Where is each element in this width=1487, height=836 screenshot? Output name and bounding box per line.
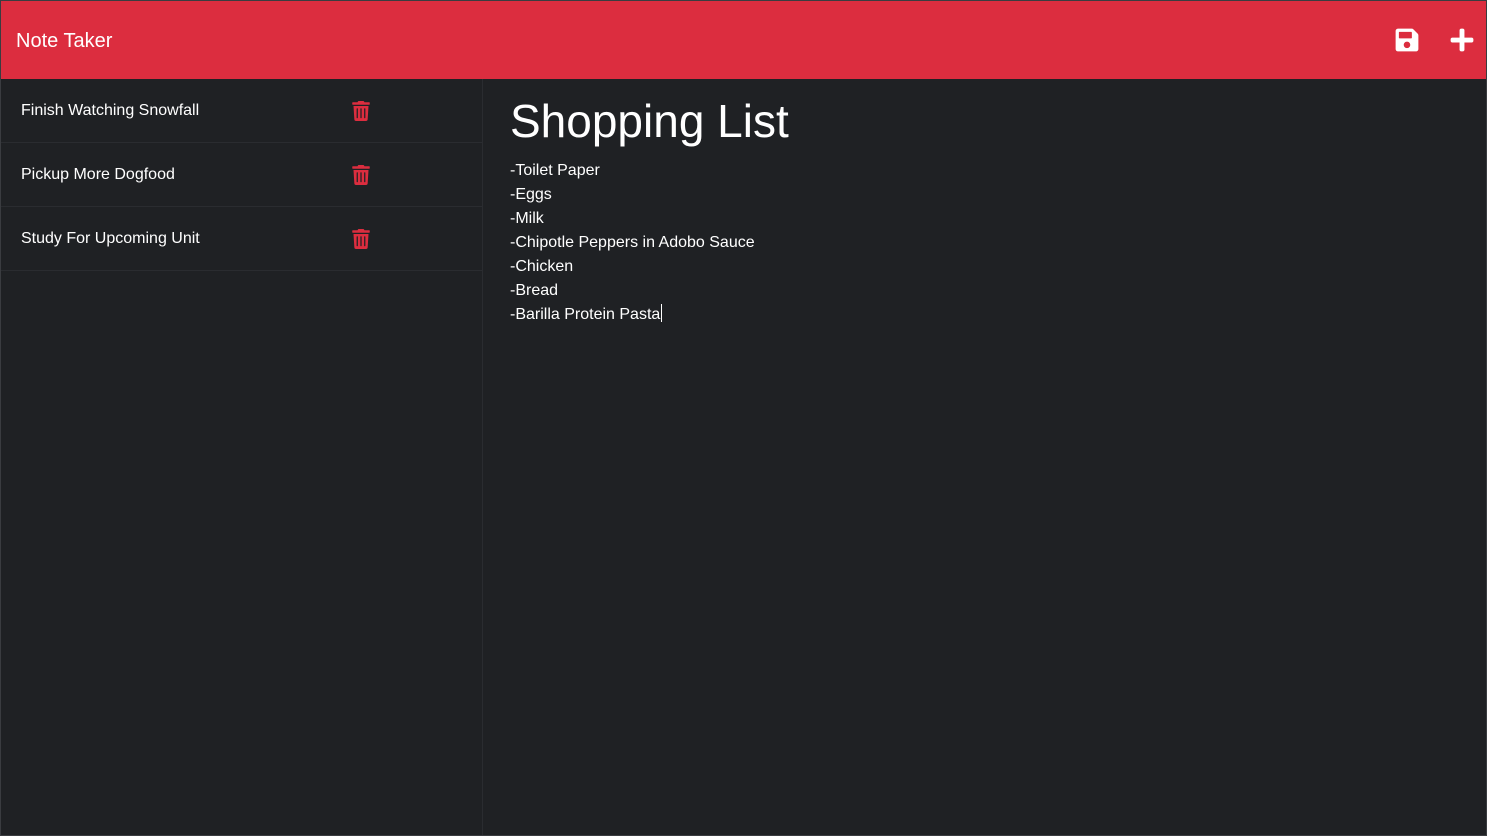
note-text-line: -Chipotle Peppers in Adobo Sauce: [510, 234, 755, 251]
note-text-area[interactable]: -Toilet Paper -Eggs -Milk -Chipotle Pepp…: [510, 159, 1410, 327]
trash-icon-graphic: [352, 165, 370, 185]
note-list-item-title[interactable]: Study For Upcoming Unit: [21, 229, 200, 249]
note-taker-app: Note Taker Finish Watching Snowfall Pick…: [0, 0, 1487, 836]
save-icon-graphic: [1395, 28, 1419, 52]
note-list-item-title[interactable]: Finish Watching Snowfall: [21, 101, 199, 121]
app-title[interactable]: Note Taker: [16, 29, 112, 53]
note-text-line: -Bread: [510, 282, 559, 299]
note-text-line: -Chicken: [510, 258, 574, 275]
trash-icon-graphic: [352, 229, 370, 249]
note-text-line-content: -Barilla Protein Pasta: [510, 306, 661, 323]
navbar: Note Taker: [1, 1, 1486, 79]
note-list-item[interactable]: Study For Upcoming Unit: [1, 207, 482, 271]
delete-note-trash-icon[interactable]: [351, 165, 371, 185]
note-list: Finish Watching Snowfall Pickup More Dog…: [1, 79, 483, 835]
note-editor: Shopping List -Toilet Paper -Eggs -Milk …: [484, 79, 1486, 835]
save-note-icon[interactable]: [1394, 27, 1420, 53]
note-text-line: -Toilet Paper: [510, 162, 600, 179]
note-list-item[interactable]: Finish Watching Snowfall: [1, 79, 482, 143]
note-text-line-last: -Barilla Protein Pasta: [510, 303, 1410, 327]
delete-note-trash-icon[interactable]: [351, 229, 371, 249]
note-text-line: -Eggs: [510, 186, 552, 203]
delete-note-trash-icon[interactable]: [351, 101, 371, 121]
trash-icon-graphic: [352, 101, 370, 121]
note-title-input[interactable]: Shopping List: [510, 93, 1410, 149]
plus-icon-graphic: [1450, 28, 1474, 52]
new-note-plus-icon[interactable]: [1449, 27, 1475, 53]
note-text-line: -Milk: [510, 210, 544, 227]
note-list-item-title[interactable]: Pickup More Dogfood: [21, 165, 175, 185]
note-list-item[interactable]: Pickup More Dogfood: [1, 143, 482, 207]
text-cursor: [661, 304, 663, 322]
